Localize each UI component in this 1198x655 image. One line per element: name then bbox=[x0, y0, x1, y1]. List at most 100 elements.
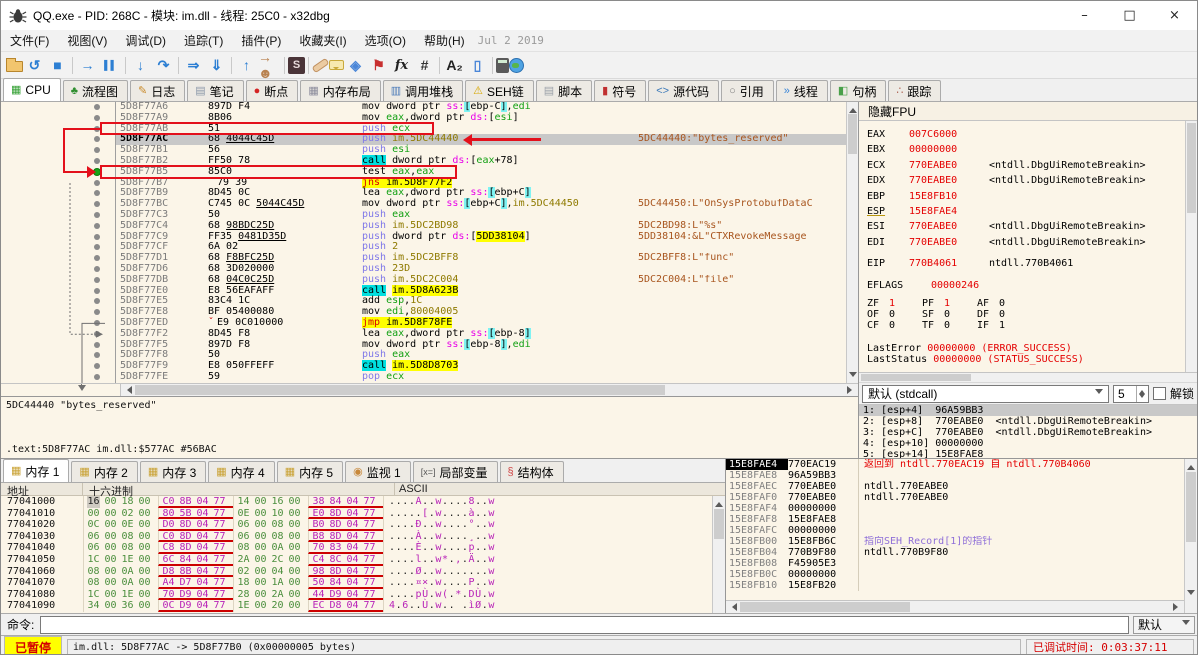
disassembly-hscrollbar[interactable] bbox=[1, 383, 858, 396]
notes-icon[interactable]: ▯ bbox=[466, 55, 489, 76]
dump-row[interactable]: 77041000 16 00 18 00 C0 8B 04 77 14 00 16 00 38 84 04 77… bbox=[1, 496, 725, 508]
functions-icon[interactable]: fx bbox=[390, 55, 413, 76]
tab-内存 4[interactable]: ▦ 内存 4 bbox=[208, 461, 275, 482]
register-row[interactable]: ECX 770EABE0 <ntdll.DbgUiRemoteBreakin> bbox=[867, 158, 1183, 173]
stack-row[interactable]: 15E8FB04 770B9F80 ntdll.770B9F80 bbox=[726, 547, 1197, 558]
hide-fpu-button[interactable]: 隐藏FPU bbox=[859, 102, 1197, 121]
stack-row[interactable]: 15E8FB10 15E8FB20 bbox=[726, 580, 1197, 591]
tab-内存 2[interactable]: ▦ 内存 2 bbox=[71, 461, 138, 482]
stack-row[interactable]: 15E8FB0C 00000000 bbox=[726, 569, 1197, 580]
command-input[interactable] bbox=[40, 615, 1129, 634]
tab-断点[interactable]: ● 断点 bbox=[245, 80, 299, 101]
tab-流程图[interactable]: ♣ 流程图 bbox=[62, 80, 128, 101]
dump-row[interactable]: 77041020 0C 00 0E 00 D0 8D 04 77 06 00 08 00 B0 8D 04 77… bbox=[1, 519, 725, 531]
registers-vscrollbar[interactable] bbox=[1185, 121, 1197, 372]
patches-icon[interactable] bbox=[311, 57, 330, 73]
stack-row[interactable]: 15E8FB00 15E8FB6C 指向SEH_Record[1]的指针 bbox=[726, 536, 1197, 547]
tab-日志[interactable]: ✎ 日志 bbox=[129, 80, 186, 101]
dump-row[interactable]: 77041080 1C 00 1E 00 70 D9 04 77 28 00 2A 00 44 D9 04 77… bbox=[1, 588, 725, 601]
close-debuggee-icon[interactable]: ■ bbox=[46, 55, 69, 76]
tab-局部变量[interactable]: [x=] 局部变量 bbox=[412, 461, 498, 482]
breakpoint-dot[interactable] bbox=[94, 298, 100, 305]
tab-句柄[interactable]: ◧ 句柄 bbox=[829, 80, 887, 101]
dump-row[interactable]: 77041030 06 00 08 00 C0 8D 04 77 06 00 08 00 B8 8D 04 77… bbox=[1, 530, 725, 543]
menu-item[interactable]: 调试(D) bbox=[116, 30, 175, 51]
breakpoint-dot[interactable] bbox=[94, 114, 100, 121]
scroll-left-arrow[interactable] bbox=[121, 384, 134, 396]
arg-count-spinner[interactable]: 5 bbox=[1112, 384, 1149, 403]
breakpoint-dot[interactable] bbox=[94, 352, 100, 359]
register-row[interactable]: ESI 770EABE0 <ntdll.DbgUiRemoteBreakin> bbox=[867, 219, 1183, 234]
menu-item[interactable]: 收藏夹(I) bbox=[290, 30, 355, 51]
breakpoint-dot[interactable] bbox=[94, 157, 100, 164]
stack-row[interactable]: 15E8FAFC 00000000 bbox=[726, 525, 1197, 536]
argument-row[interactable]: 4: [esp+10] 00000000 bbox=[859, 438, 1197, 449]
tab-跟踪[interactable]: ∴ 跟踪 bbox=[888, 80, 942, 101]
stack-row[interactable]: 15E8FAF8 15E8FAE8 bbox=[726, 514, 1197, 525]
argument-row[interactable]: 5: [esp+14] 15E8FAE8 bbox=[859, 449, 1197, 458]
breakpoint-dot[interactable] bbox=[94, 104, 100, 110]
stack-hscrollbar[interactable] bbox=[726, 600, 1184, 613]
tab-SEH链[interactable]: ⚠ SEH链 bbox=[465, 80, 534, 101]
run-icon[interactable]: → bbox=[76, 55, 99, 76]
minimize-button[interactable]: – bbox=[1062, 1, 1107, 30]
dump-vscrollbar[interactable] bbox=[712, 496, 725, 613]
stack-row[interactable]: 15E8FB08 F45905E3 bbox=[726, 558, 1197, 569]
breakpoint-dot[interactable] bbox=[94, 265, 100, 272]
close-button[interactable]: × bbox=[1152, 1, 1197, 30]
globe-icon[interactable] bbox=[509, 57, 524, 73]
menu-item[interactable]: 视图(V) bbox=[58, 30, 116, 51]
dump-row[interactable]: 77041060 08 00 0A 00 D8 8B 04 77 02 00 04 00 98 8D 04 77… bbox=[1, 565, 725, 578]
argument-row[interactable]: 1: [esp+4] 96A59BB3 bbox=[859, 405, 1197, 416]
stack-row[interactable]: 15E8FAE4 770EAC19 返回到 ntdll.770EAC19 自 ntd… bbox=[726, 459, 1197, 470]
dump-row[interactable]: 77041070 08 00 0A 00 A4 D7 04 77 18 00 1A 00 50 84 04 77… bbox=[1, 577, 725, 589]
breakpoint-dot[interactable] bbox=[94, 330, 100, 337]
attach-icon[interactable]: →☻ bbox=[258, 49, 281, 81]
breakpoint-dot[interactable] bbox=[94, 309, 100, 316]
scroll-right-arrow[interactable] bbox=[845, 384, 858, 396]
breakpoint-dot[interactable] bbox=[94, 201, 100, 208]
maximize-button[interactable]: □ bbox=[1107, 1, 1152, 30]
argument-row[interactable]: 3: [esp+C] 770EABE0 <ntdll.DbgUiRemoteBr… bbox=[859, 427, 1197, 438]
breakpoint-dot[interactable] bbox=[94, 255, 100, 262]
unlock-checkbox[interactable] bbox=[1152, 387, 1166, 400]
command-profile-dropdown[interactable]: 默认 bbox=[1133, 615, 1195, 634]
register-row[interactable]: ESP 15E8FAE4 bbox=[867, 204, 1183, 219]
disasm-row[interactable]: 5D8F77FE 59 pop ecx bbox=[1, 371, 858, 383]
tab-内存布局[interactable]: ▦ 内存布局 bbox=[300, 80, 381, 101]
breakpoint-dot[interactable] bbox=[94, 233, 100, 240]
breakpoint-dot[interactable] bbox=[94, 319, 100, 326]
breakpoint-dot[interactable] bbox=[94, 211, 100, 218]
tab-调用堆栈[interactable]: ▥ 调用堆栈 bbox=[382, 80, 464, 101]
registers-hscrollbar[interactable] bbox=[859, 372, 1197, 382]
tab-符号[interactable]: ▮ 符号 bbox=[594, 80, 647, 101]
open-file-icon[interactable] bbox=[6, 58, 23, 72]
tab-结构体[interactable]: § 结构体 bbox=[499, 461, 564, 482]
register-row[interactable]: EBP 15E8FB10 bbox=[867, 189, 1183, 204]
dump-row[interactable]: 77041040 06 00 08 00 C8 8D 04 77 08 00 0A 00 70 83 04 77… bbox=[1, 542, 725, 554]
hash-icon[interactable]: # bbox=[413, 55, 436, 76]
convention-dropdown[interactable]: 默认 (stdcall) bbox=[862, 384, 1109, 403]
breakpoint-dot[interactable] bbox=[94, 190, 100, 197]
stack-row[interactable]: 15E8FAF4 00000000 bbox=[726, 503, 1197, 514]
dump-row[interactable]: 77041090 34 00 36 00 0C D9 04 77 1E 00 20 00 EC D8 04 77… bbox=[1, 600, 725, 612]
breakpoint-dot[interactable] bbox=[94, 276, 100, 283]
breakpoint-dot[interactable] bbox=[94, 222, 100, 229]
menu-item[interactable]: 选项(O) bbox=[356, 30, 415, 51]
breakpoint-dot[interactable] bbox=[94, 363, 100, 370]
dump-row[interactable]: 77041050 1C 00 1E 00 6C 84 04 77 2A 00 2C 00 C4 8C 04 77… bbox=[1, 553, 725, 566]
step-out-icon[interactable]: ↑ bbox=[235, 55, 258, 76]
labels-icon[interactable]: ◈ bbox=[344, 55, 367, 76]
tab-监视 1[interactable]: ◉ 监视 1 bbox=[345, 461, 411, 482]
stack-row[interactable]: 15E8FAEC 770EABE0 ntdll.770EABE0 bbox=[726, 481, 1197, 492]
breakpoint-dot[interactable] bbox=[94, 136, 100, 143]
stack-row[interactable]: 15E8FAF0 770EABE0 ntdll.770EABE0 bbox=[726, 492, 1197, 503]
tab-内存 5[interactable]: ▦ 内存 5 bbox=[276, 461, 344, 482]
disasm-row[interactable]: 5D8F77DB 68 04C0C25D push im.5DC2C004 5DC2C… bbox=[1, 274, 858, 286]
bookmarks-icon[interactable]: ⚑ bbox=[367, 55, 390, 76]
tab-引用[interactable]: ○ 引用 bbox=[721, 80, 774, 101]
breakpoint-dot[interactable] bbox=[94, 287, 100, 294]
breakpoint-dot[interactable] bbox=[94, 341, 100, 348]
comments-icon[interactable] bbox=[329, 60, 344, 70]
register-row[interactable]: EDX 770EABE0 <ntdll.DbgUiRemoteBreakin> bbox=[867, 173, 1183, 188]
